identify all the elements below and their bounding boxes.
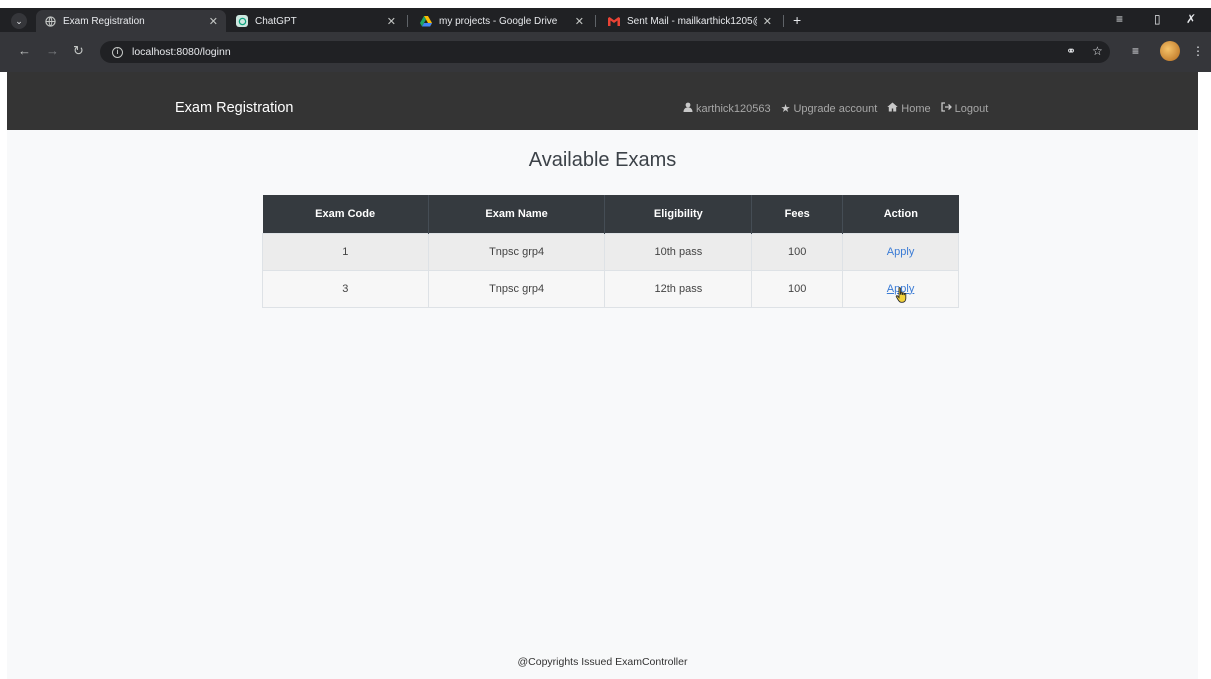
close-tab-icon[interactable]: ✕ xyxy=(575,15,584,28)
browser-toolbar: ← → ↻ i localhost:8080/loginn ⚭ ☆ ≡ ⋮ xyxy=(0,32,1211,72)
nav-upgrade-link[interactable]: ★ Upgrade account xyxy=(780,102,878,116)
new-tab-icon[interactable]: + xyxy=(793,12,801,28)
cell-exam-code: 1 xyxy=(262,232,429,271)
close-tab-icon[interactable]: ✕ xyxy=(209,15,218,28)
chatgpt-icon xyxy=(236,15,248,27)
password-key-icon[interactable]: ⚭ xyxy=(1066,43,1076,59)
header-fees: Fees xyxy=(751,195,843,233)
cell-exam-name: Tnpsc grp4 xyxy=(427,232,606,271)
cell-exam-code: 3 xyxy=(262,269,429,308)
browser-tab-strip: ⌄ Exam Registration ✕ ChatGPT ✕ my proje… xyxy=(0,8,1211,32)
user-icon xyxy=(683,102,693,115)
close-tab-icon[interactable]: ✕ xyxy=(763,15,772,28)
reading-list-icon[interactable]: ≡ xyxy=(1132,43,1139,59)
tab-exam-registration[interactable]: Exam Registration ✕ xyxy=(36,10,226,32)
header-exam-name: Exam Name xyxy=(427,195,605,233)
tab-title: ChatGPT xyxy=(255,15,297,27)
nav-user-label: karthick120563 xyxy=(696,102,771,115)
forward-arrow-icon[interactable]: → xyxy=(46,43,59,59)
home-icon xyxy=(887,102,898,115)
tab-gmail[interactable]: Sent Mail - mailkarthick1205@ ✕ xyxy=(600,10,780,32)
nav-user-link[interactable]: karthick120563 xyxy=(683,102,771,115)
star-icon: ★ xyxy=(780,103,791,115)
site-navbar: Exam Registration karthick120563 ★ Upgra… xyxy=(7,72,1198,130)
google-drive-icon xyxy=(420,15,432,27)
url-text: localhost:8080/loginn xyxy=(132,46,231,58)
back-arrow-icon[interactable]: ← xyxy=(18,43,31,59)
bookmark-star-icon[interactable]: ☆ xyxy=(1092,43,1103,59)
cell-fees: 100 xyxy=(751,232,844,271)
cell-eligibility: 10th pass xyxy=(604,232,753,271)
exams-table: Exam Code Exam Name Eligibility Fees Act… xyxy=(262,195,959,308)
tab-title: Exam Registration xyxy=(63,15,145,27)
header-action: Action xyxy=(842,195,959,233)
profile-avatar[interactable] xyxy=(1160,41,1180,61)
nav-upgrade-label: Upgrade account xyxy=(793,102,878,115)
nav-logout-label: Logout xyxy=(954,102,989,115)
apply-link[interactable]: Apply xyxy=(887,246,915,258)
header-eligibility: Eligibility xyxy=(604,195,752,233)
navbar-brand[interactable]: Exam Registration xyxy=(175,100,293,116)
table-header-row: Exam Code Exam Name Eligibility Fees Act… xyxy=(262,195,959,233)
table-row: 1 Tnpsc grp4 10th pass 100 Apply xyxy=(262,232,959,271)
nav-logout-link[interactable]: Logout xyxy=(940,102,989,115)
tab-title: Sent Mail - mailkarthick1205@ xyxy=(627,15,757,27)
tab-separator xyxy=(595,15,596,27)
close-window-icon[interactable]: ✗ xyxy=(1186,12,1196,26)
tab-google-drive[interactable]: my projects - Google Drive ✕ xyxy=(412,10,592,32)
cell-exam-name: Tnpsc grp4 xyxy=(427,269,606,308)
tab-separator xyxy=(783,15,784,27)
cell-eligibility: 12th pass xyxy=(604,269,753,308)
gmail-icon xyxy=(608,15,620,27)
page-title: Available Exams xyxy=(528,149,677,171)
reload-icon[interactable]: ↻ xyxy=(73,43,84,59)
cell-fees: 100 xyxy=(751,269,844,308)
table-row: 3 Tnpsc grp4 12th pass 100 Apply xyxy=(262,269,959,308)
tab-search-chevron-icon[interactable]: ⌄ xyxy=(11,13,27,29)
close-tab-icon[interactable]: ✕ xyxy=(387,15,396,28)
kebab-menu-icon[interactable]: ⋮ xyxy=(1192,43,1204,59)
web-page: Exam Registration karthick120563 ★ Upgra… xyxy=(7,72,1198,679)
header-exam-code: Exam Code xyxy=(262,195,429,233)
cell-action: Apply xyxy=(842,232,959,271)
address-bar[interactable]: i localhost:8080/loginn xyxy=(100,41,1110,63)
nav-home-link[interactable]: Home xyxy=(887,102,931,115)
page-footer: @Copyrights Issued ExamController xyxy=(517,656,688,668)
minimize-icon[interactable]: ≡ xyxy=(1116,12,1123,26)
navbar-links: karthick120563 ★ Upgrade account Home Lo… xyxy=(683,102,998,115)
tab-title: my projects - Google Drive xyxy=(439,15,558,27)
nav-home-label: Home xyxy=(901,102,931,115)
hand-cursor-icon xyxy=(895,287,907,303)
logout-icon xyxy=(940,102,952,115)
site-info-icon[interactable]: i xyxy=(112,46,123,58)
tab-separator xyxy=(407,15,408,27)
globe-icon xyxy=(44,15,56,27)
restore-icon[interactable]: ▯ xyxy=(1154,12,1161,26)
tab-chatgpt[interactable]: ChatGPT ✕ xyxy=(228,10,404,32)
